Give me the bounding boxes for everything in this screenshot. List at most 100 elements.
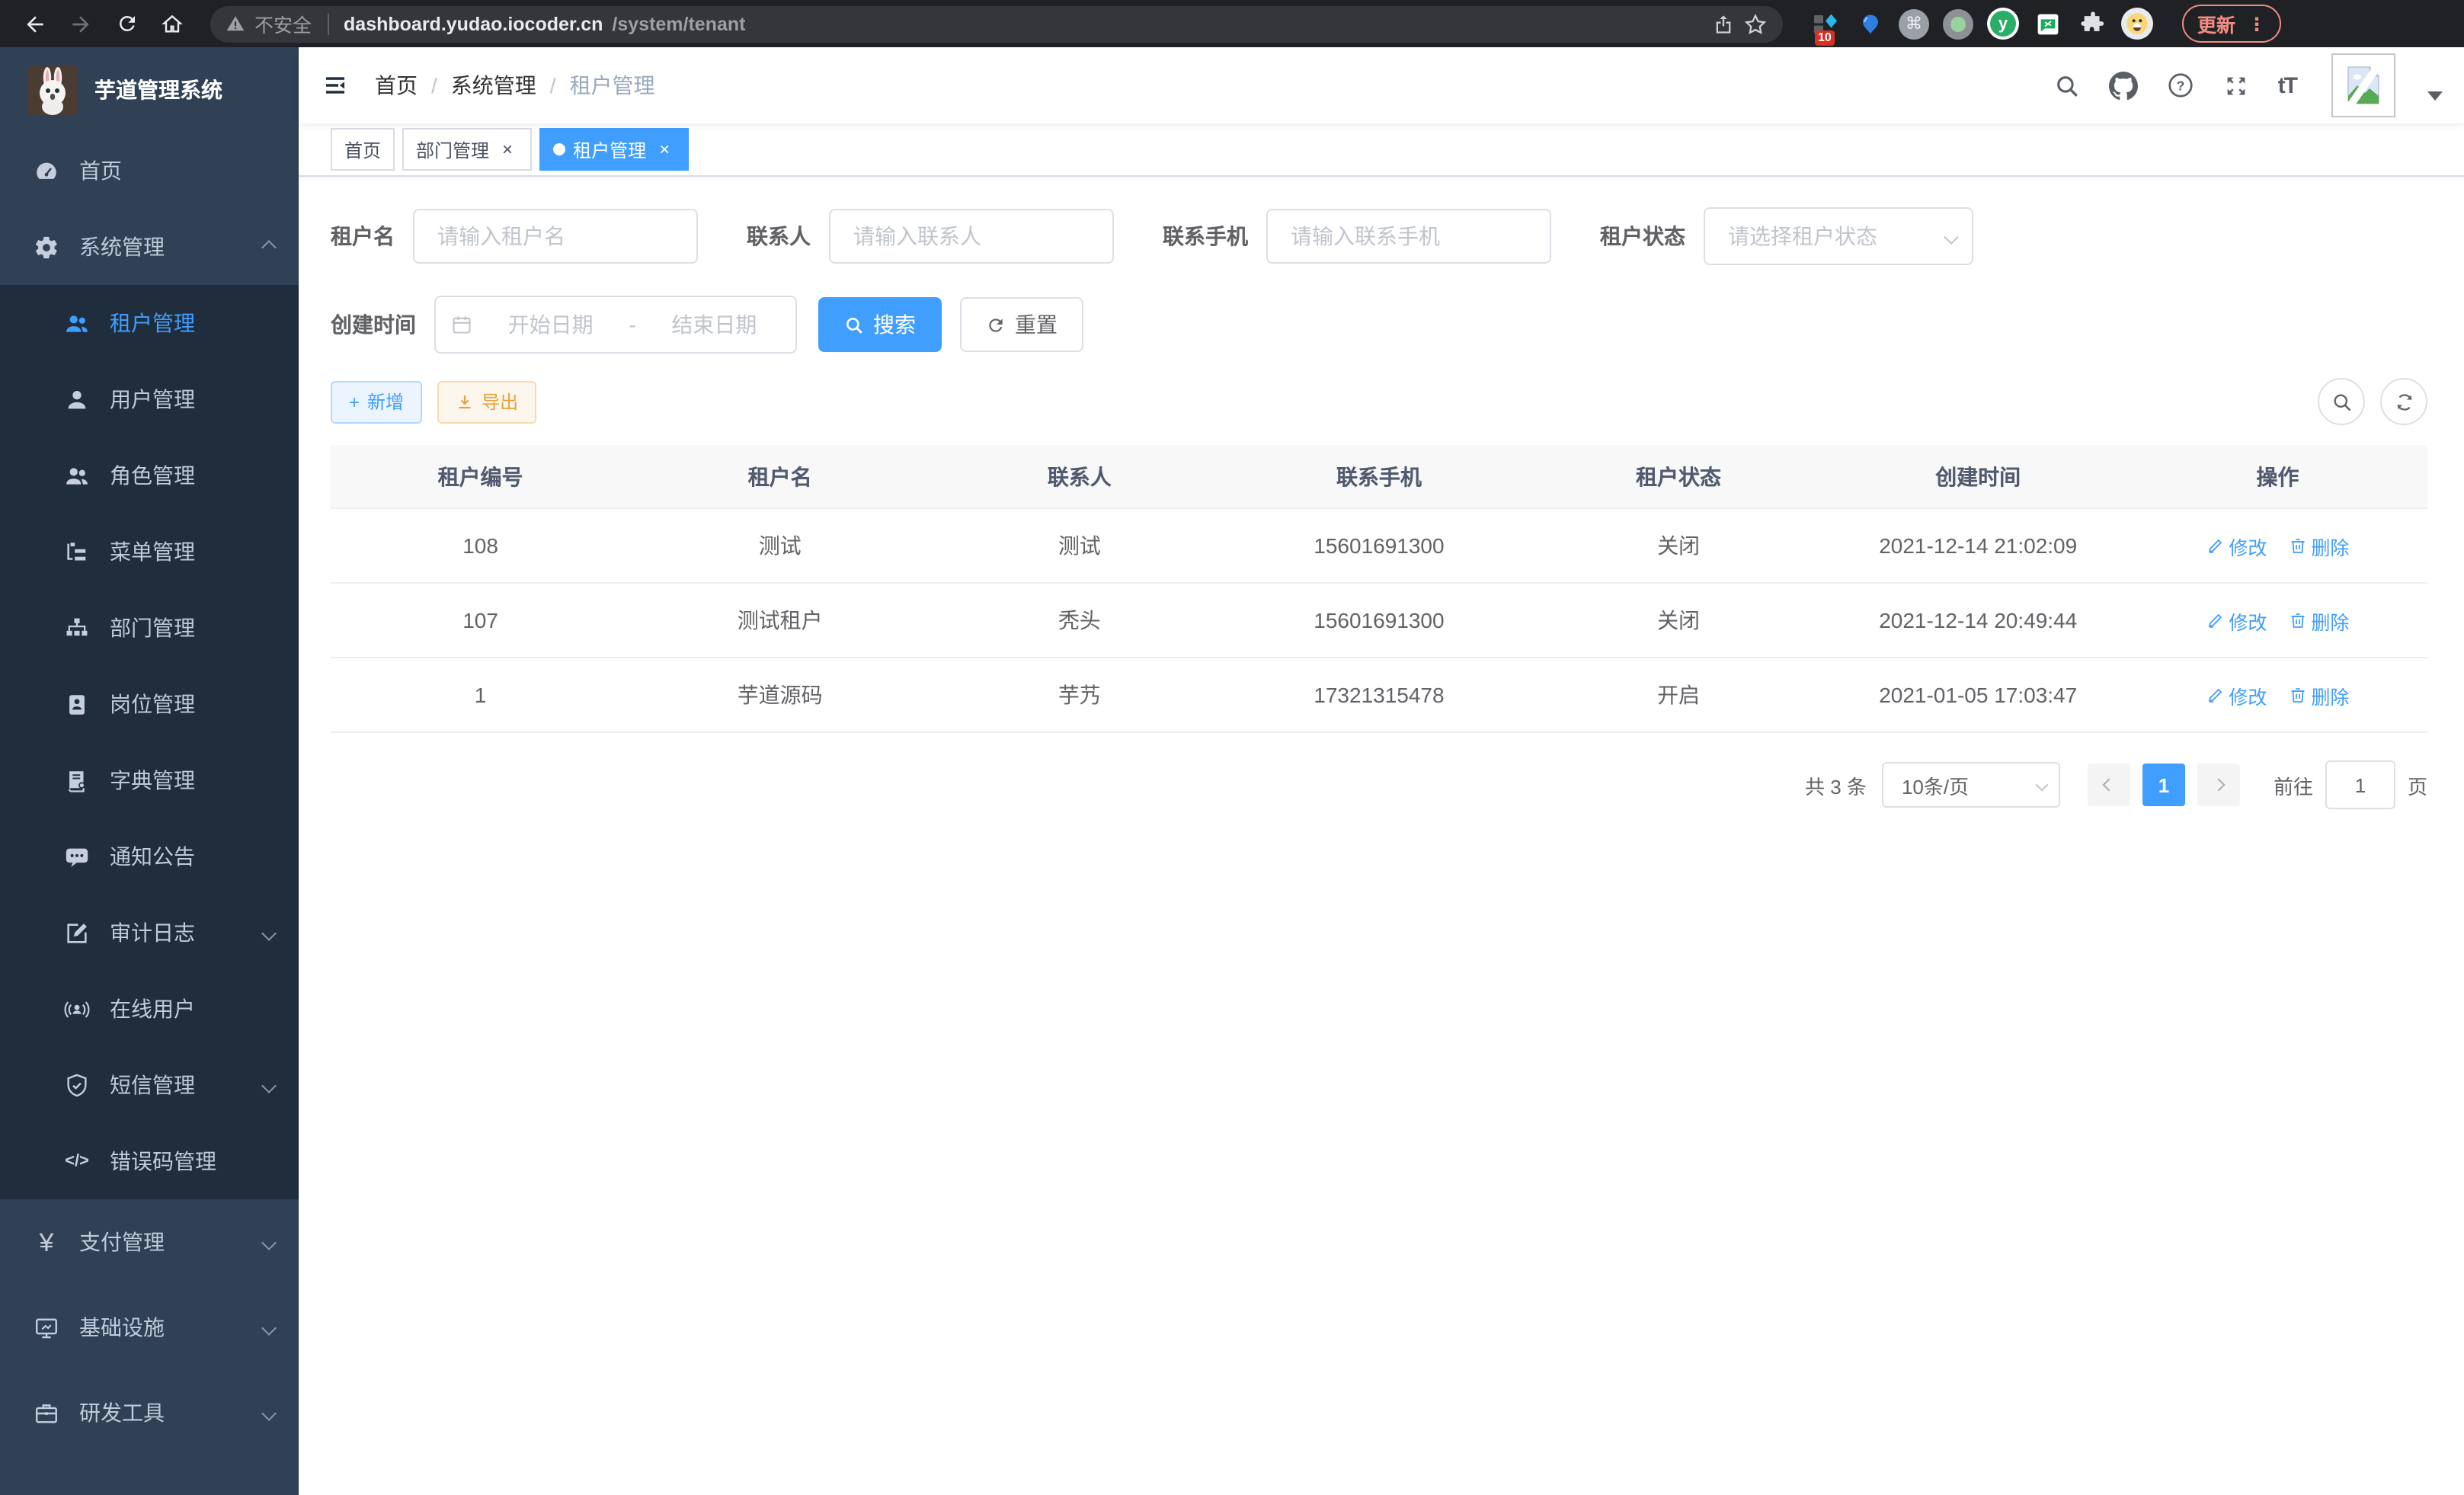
- sidebar-item-pay[interactable]: ¥ 支付管理: [0, 1199, 299, 1285]
- profile-avatar-icon[interactable]: [2121, 8, 2153, 40]
- sidebar-item-role[interactable]: 角色管理: [0, 437, 299, 514]
- sidebar-item-infra[interactable]: 基础设施: [0, 1285, 299, 1370]
- show-search-button[interactable]: [2318, 378, 2365, 425]
- extension-chat-icon[interactable]: [2033, 8, 2063, 39]
- refresh-table-button[interactable]: [2380, 378, 2427, 425]
- app-logo[interactable]: 芋道管理系统: [0, 47, 299, 133]
- field-label: 租户名: [331, 221, 395, 251]
- edit-link[interactable]: 修改: [2206, 531, 2267, 560]
- page-size-select[interactable]: 10条/页: [1882, 762, 2060, 808]
- next-page-button[interactable]: [2197, 764, 2240, 806]
- font-size-button[interactable]: tT: [2278, 72, 2296, 98]
- refresh-icon: [986, 315, 1006, 335]
- bookmark-star-icon[interactable]: [1743, 11, 1768, 36]
- delete-link[interactable]: 删除: [2288, 606, 2349, 635]
- sidebar-item-label: 字典管理: [110, 765, 195, 796]
- sidebar-item-notice[interactable]: 通知公告: [0, 818, 299, 895]
- delete-link[interactable]: 删除: [2288, 680, 2349, 709]
- sidebar-item-devtool[interactable]: 研发工具: [0, 1370, 299, 1455]
- sidebar-item-user[interactable]: 用户管理: [0, 361, 299, 437]
- cell-mobile: 15601691300: [1229, 508, 1528, 583]
- edit-link[interactable]: 修改: [2206, 606, 2267, 635]
- shield-check-icon: [64, 1072, 90, 1098]
- sidebar-item-tenant[interactable]: 租户管理: [0, 285, 299, 361]
- search-button[interactable]: 搜索: [818, 297, 942, 352]
- status-select[interactable]: 请选择租户状态: [1704, 207, 1973, 265]
- system-submenu: 租户管理 用户管理 角色管理: [0, 285, 299, 1199]
- security-label: 不安全: [254, 9, 312, 38]
- sidebar-item-post[interactable]: 岗位管理: [0, 666, 299, 742]
- chevron-up-icon: [261, 239, 277, 255]
- fullscreen-button[interactable]: [2223, 72, 2249, 98]
- breadcrumb-home[interactable]: 首页: [375, 70, 418, 101]
- tab-dept[interactable]: 部门管理 ×: [402, 128, 532, 171]
- code-icon: </>: [64, 1148, 90, 1174]
- header-search-button[interactable]: [2054, 72, 2080, 98]
- export-button[interactable]: 导出: [437, 380, 536, 423]
- refresh-icon: [2393, 391, 2414, 412]
- sidebar-item-online[interactable]: 在线用户: [0, 971, 299, 1047]
- sidebar-item-menu[interactable]: 菜单管理: [0, 514, 299, 590]
- column-header: 租户状态: [1529, 445, 1829, 508]
- delete-link-label: 删除: [2311, 531, 2349, 560]
- github-link[interactable]: [2109, 71, 2138, 100]
- tab-tenant[interactable]: 租户管理 ×: [539, 128, 689, 171]
- extension-yuque-icon[interactable]: y: [1987, 8, 2019, 40]
- help-button[interactable]: ?: [2167, 72, 2194, 99]
- hamburger-icon: [322, 73, 349, 98]
- sidebar-item-sms[interactable]: 短信管理: [0, 1047, 299, 1123]
- extension-dot-icon[interactable]: [1943, 8, 1973, 39]
- trash-icon: [2288, 611, 2306, 629]
- field-label: 创建时间: [331, 309, 416, 340]
- sidebar-item-label: 通知公告: [110, 841, 195, 872]
- contact-input[interactable]: [829, 209, 1114, 264]
- sidebar-item-system[interactable]: 系统管理: [0, 209, 299, 285]
- sidebar-item-dict[interactable]: 字典管理: [0, 742, 299, 818]
- goto-page-input[interactable]: [2325, 760, 2395, 809]
- user-avatar[interactable]: [2331, 53, 2395, 117]
- breadcrumb-system[interactable]: 系统管理: [451, 70, 536, 101]
- browser-back-button[interactable]: [15, 4, 55, 43]
- tab-home[interactable]: 首页: [331, 128, 395, 171]
- cell-tenant-id: 108: [331, 508, 630, 583]
- extension-command-icon[interactable]: ⌘: [1899, 8, 1929, 39]
- pagination: 共 3 条 10条/页 1 前往 页: [331, 760, 2427, 809]
- date-separator: -: [629, 312, 635, 337]
- prev-page-button[interactable]: [2088, 764, 2130, 806]
- delete-link[interactable]: 删除: [2288, 531, 2349, 560]
- extension-balloon-icon[interactable]: [1854, 8, 1885, 39]
- edit-link[interactable]: 修改: [2206, 680, 2267, 709]
- sidebar-item-dept[interactable]: 部门管理: [0, 590, 299, 666]
- date-range-picker[interactable]: 开始日期 - 结束日期: [434, 296, 797, 354]
- sidebar-item-errcode[interactable]: </> 错误码管理: [0, 1123, 299, 1199]
- breadcrumb-current: 租户管理: [570, 70, 655, 101]
- address-bar[interactable]: 不安全 dashboard.yudao.iocoder.cn/system/te…: [210, 5, 1783, 42]
- add-button[interactable]: + 新增: [331, 380, 422, 423]
- reset-button[interactable]: 重置: [960, 297, 1083, 352]
- users-icon: [64, 463, 90, 488]
- sidebar-item-audit[interactable]: 审计日志: [0, 895, 299, 971]
- browser-home-button[interactable]: [152, 4, 192, 43]
- share-icon[interactable]: [1713, 11, 1734, 36]
- browser-update-button[interactable]: 更新 ⋮: [2182, 5, 2281, 43]
- edit-link-label: 修改: [2229, 680, 2267, 709]
- extensions-puzzle-icon[interactable]: [2077, 8, 2107, 39]
- kebab-menu-icon[interactable]: ⋮: [2248, 13, 2266, 34]
- tenant-name-input[interactable]: [413, 209, 698, 264]
- sidebar-item-home[interactable]: 首页: [0, 133, 299, 209]
- browser-forward-button[interactable]: [61, 4, 101, 43]
- browser-reload-button[interactable]: [107, 4, 146, 43]
- message-icon: [64, 844, 90, 869]
- mobile-input[interactable]: [1266, 209, 1551, 264]
- extension-tabs-icon[interactable]: 10: [1810, 8, 1841, 39]
- sidebar-toggle-button[interactable]: [299, 73, 372, 98]
- column-header: 创建时间: [1829, 445, 2128, 508]
- cell-status: 关闭: [1529, 583, 1829, 658]
- caret-down-icon[interactable]: [2427, 91, 2443, 101]
- url-host: dashboard.yudao.iocoder.cn: [344, 13, 603, 34]
- close-icon[interactable]: ×: [654, 139, 675, 160]
- column-header: 操作: [2128, 445, 2427, 508]
- dashboard-icon: [34, 158, 59, 184]
- close-icon[interactable]: ×: [497, 139, 518, 160]
- page-number-button[interactable]: 1: [2142, 764, 2185, 806]
